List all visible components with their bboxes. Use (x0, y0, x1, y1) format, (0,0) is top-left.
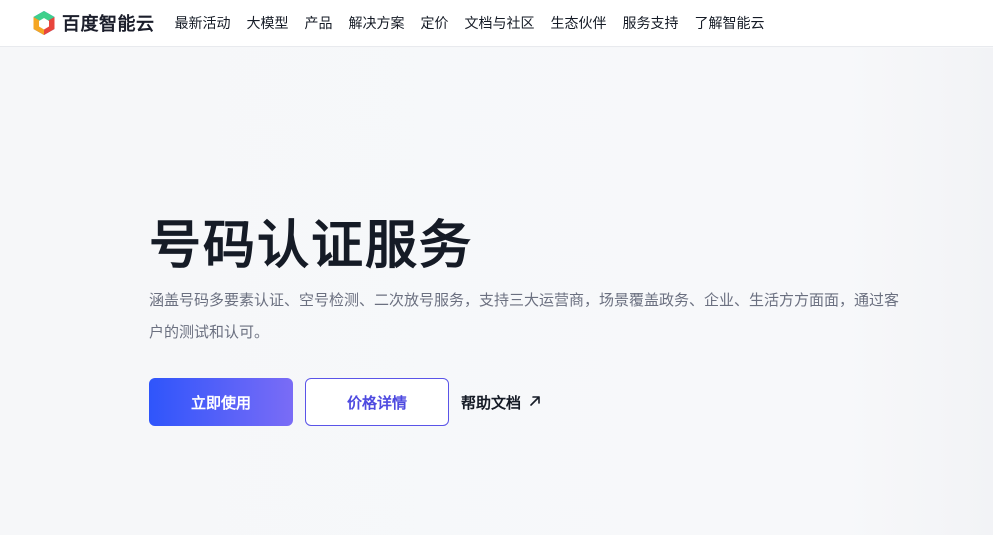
pricing-details-label: 价格详情 (346, 393, 407, 412)
brand-name: 百度智能云 (62, 14, 155, 35)
nav-item-about[interactable]: 了解智能云 (695, 13, 765, 33)
baidu-cloud-hexagon-icon (32, 10, 56, 36)
brand-logo[interactable]: 百度智能云 (32, 0, 155, 47)
arrow-up-right-icon (521, 393, 541, 411)
pricing-details-button[interactable]: 价格详情 (305, 378, 449, 426)
nav-item-products[interactable]: 产品 (305, 13, 333, 33)
page-title: 号码认证服务 (149, 216, 474, 276)
hero-section: 号码认证服务 涵盖号码多要素认证、空号检测、二次放号服务，支持三大运营商，场景覆… (0, 48, 993, 535)
help-docs-link[interactable]: 帮助文档 (461, 378, 541, 426)
nav-item-support[interactable]: 服务支持 (623, 13, 679, 33)
use-now-label: 立即使用 (190, 393, 251, 412)
hero-description: 涵盖号码多要素认证、空号检测、二次放号服务，支持三大运营商，场景覆盖政务、企业、… (149, 291, 900, 341)
main-nav: 最新活动 大模型 产品 解决方案 定价 文档与社区 生态伙伴 服务支持 了解智能… (175, 13, 781, 33)
nav-item-activities[interactable]: 最新活动 (175, 13, 231, 33)
nav-item-solutions[interactable]: 解决方案 (349, 13, 405, 33)
nav-item-partners[interactable]: 生态伙伴 (551, 13, 607, 33)
top-navbar: 百度智能云 最新活动 大模型 产品 解决方案 定价 文档与社区 生态伙伴 服务支… (0, 0, 993, 47)
use-now-button[interactable]: 立即使用 (149, 378, 293, 426)
nav-item-docs-community[interactable]: 文档与社区 (465, 13, 535, 33)
nav-item-large-models[interactable]: 大模型 (247, 13, 289, 33)
nav-item-pricing[interactable]: 定价 (421, 13, 449, 33)
help-docs-label: 帮助文档 (461, 393, 522, 412)
